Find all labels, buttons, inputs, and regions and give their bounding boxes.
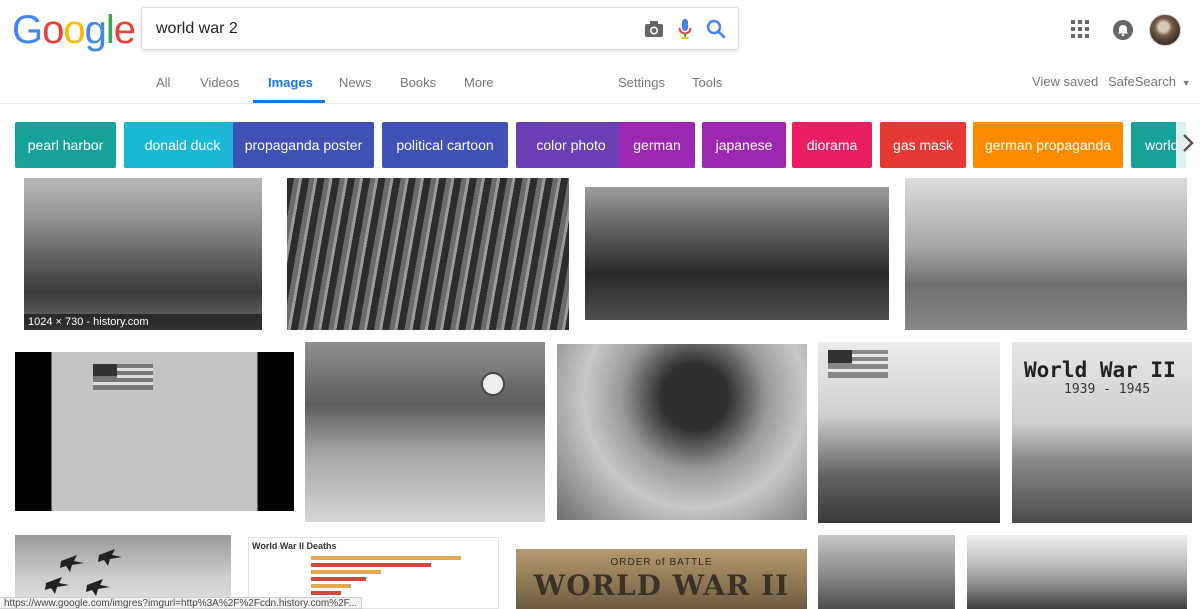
plane-icon: [41, 543, 131, 603]
notifications-icon[interactable]: [1113, 20, 1133, 40]
poster-title: World War II: [1024, 358, 1176, 382]
chip-label: donald duck: [144, 137, 221, 153]
account-avatar[interactable]: [1149, 14, 1181, 46]
chip-german-propaganda[interactable]: german propaganda: [973, 122, 1123, 168]
tab-more[interactable]: More: [464, 75, 494, 90]
image-result[interactable]: World War II 1939 - 1945: [1012, 342, 1192, 523]
logo-letter: g: [84, 8, 107, 52]
chart-thumb-bar: [311, 556, 461, 560]
game-subtitle: ORDER of BATTLE: [610, 557, 713, 568]
chart-thumb-bar: [311, 591, 341, 595]
logo-letter: G: [12, 8, 43, 52]
chip-label: japanese: [715, 137, 773, 153]
chip-diorama[interactable]: diorama: [792, 122, 872, 168]
image-result[interactable]: [287, 178, 569, 330]
image-result[interactable]: [305, 342, 545, 522]
tab-videos[interactable]: Videos: [200, 75, 240, 90]
chart-thumb-title: World War II Deaths: [252, 541, 337, 551]
status-bar-url: https://www.google.com/imgres?imgurl=htt…: [0, 597, 363, 609]
chip-color-photo[interactable]: color photo: [516, 122, 626, 168]
chip-german[interactable]: german: [619, 122, 695, 168]
chip-label: political cartoon: [396, 137, 494, 153]
swastika-banner-icon: [481, 372, 505, 396]
safesearch-toggle[interactable]: SafeSearch ▼: [1108, 74, 1190, 89]
chart-thumb-bar: [311, 577, 366, 581]
game-title: WORLD WAR II: [533, 569, 790, 602]
chart-thumb-bar: [311, 584, 351, 588]
image-result[interactable]: 1024 × 730 - history.com: [24, 178, 262, 330]
poster-years: 1939 - 1945: [1064, 382, 1151, 397]
chip-pearl-harbor[interactable]: pearl harbor: [15, 122, 116, 168]
microphone-icon[interactable]: [678, 18, 692, 40]
chevron-right-icon: [1182, 133, 1194, 158]
logo-letter: o: [63, 8, 85, 52]
flag-icon: [93, 364, 153, 399]
tools-link[interactable]: Tools: [692, 75, 722, 90]
image-result[interactable]: [818, 342, 1000, 523]
chip-label: german: [633, 137, 681, 153]
image-result[interactable]: [585, 187, 889, 320]
tab-images[interactable]: Images: [268, 75, 313, 90]
chips-next-button[interactable]: [1176, 122, 1200, 168]
search-input[interactable]: [156, 8, 616, 49]
search-actions: [644, 8, 726, 49]
chip-political-cartoon[interactable]: political cartoon: [382, 122, 508, 168]
chip-label: propaganda poster: [244, 137, 363, 153]
chip-gas-mask[interactable]: gas mask: [880, 122, 966, 168]
chip-label: pearl harbor: [27, 137, 104, 153]
search-tabs-bar: All Videos Images News Books More Settin…: [0, 60, 1200, 104]
caret-down-icon: ▼: [1181, 78, 1191, 88]
logo-letter: l: [105, 8, 115, 52]
tab-books[interactable]: Books: [400, 75, 436, 90]
chip-donald-duck[interactable]: donald duck: [124, 122, 241, 168]
chip-label: color photo: [536, 137, 606, 153]
chip-label: diorama: [806, 137, 858, 153]
view-saved-link[interactable]: View saved: [1032, 74, 1098, 89]
image-size-source: 1024 × 730 - history.com: [24, 314, 262, 330]
safesearch-label: SafeSearch: [1108, 74, 1176, 89]
tab-news[interactable]: News: [339, 75, 372, 90]
image-result[interactable]: [967, 535, 1187, 609]
apps-grid-icon[interactable]: [1071, 20, 1089, 43]
image-result[interactable]: [818, 535, 955, 609]
image-result[interactable]: [905, 178, 1187, 330]
logo-letter: e: [113, 8, 136, 52]
search-icon[interactable]: [706, 19, 726, 39]
logo-letter: o: [42, 8, 64, 52]
image-result[interactable]: ORDER of BATTLE WORLD WAR II: [516, 549, 807, 609]
chart-thumb-bar: [311, 563, 431, 567]
chip-japanese[interactable]: japanese: [702, 122, 786, 168]
camera-icon[interactable]: [644, 20, 664, 38]
image-result[interactable]: [15, 352, 294, 511]
active-tab-indicator: [253, 100, 325, 103]
google-logo[interactable]: Google: [12, 8, 136, 52]
chip-label: german propaganda: [984, 137, 1112, 153]
image-result[interactable]: [557, 344, 807, 520]
chart-thumb-bar: [311, 570, 381, 574]
tab-all[interactable]: All: [156, 75, 170, 90]
chip-label: gas mask: [893, 137, 953, 153]
chip-propaganda-poster[interactable]: propaganda poster: [233, 122, 374, 168]
settings-link[interactable]: Settings: [618, 75, 665, 90]
search-box: [141, 7, 739, 50]
flag-icon: [828, 350, 888, 387]
